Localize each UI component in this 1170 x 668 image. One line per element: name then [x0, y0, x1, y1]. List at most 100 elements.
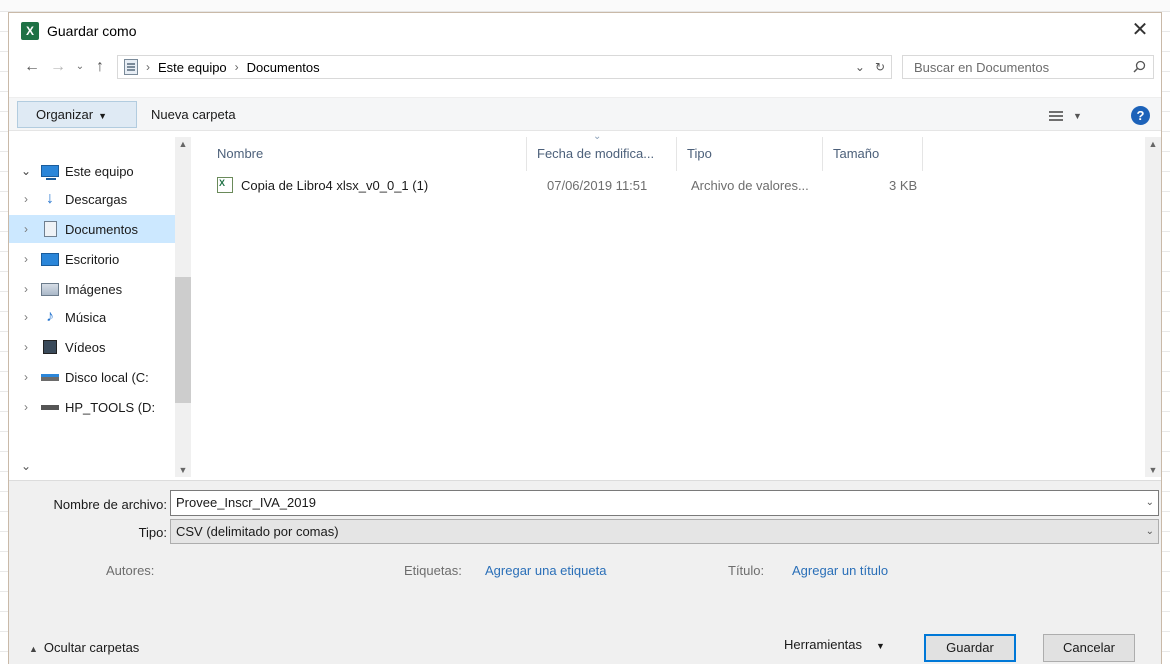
computer-icon	[41, 163, 59, 180]
authors-label: Autores:	[106, 563, 155, 578]
chevron-down-icon[interactable]: ⌄	[1146, 491, 1154, 515]
breadcrumb-documentos[interactable]: Documentos	[247, 60, 320, 75]
save-options-panel: Nombre de archivo: Provee_Inscr_IVA_2019…	[9, 480, 1161, 664]
file-type-select[interactable]: CSV (delimitado por comas) ⌄	[170, 519, 1159, 544]
navigation-pane: ⌄ Este equipo › ↓ Descargas › Documentos…	[9, 137, 191, 477]
column-header-name[interactable]: Nombre	[193, 137, 527, 171]
save-as-dialog: X Guardar como ✕ ← → ⌄ ↑ › Este equipo ›…	[8, 12, 1162, 664]
view-options-button[interactable]: ▼	[1049, 107, 1099, 125]
background-row-lines-left	[0, 12, 8, 668]
sidebar-item-escritorio[interactable]: › Escritorio	[9, 245, 175, 273]
refresh-button[interactable]: ↻	[875, 60, 885, 74]
add-tag-link[interactable]: Agregar una etiqueta	[485, 563, 606, 578]
search-icon[interactable]	[1131, 59, 1147, 75]
caret-down-icon: ▼	[98, 111, 107, 121]
breadcrumb-separator: ›	[234, 60, 239, 74]
tags-label: Etiquetas:	[404, 563, 462, 578]
column-header-type[interactable]: Tipo	[677, 137, 823, 171]
sidebar-item-label: Documentos	[65, 221, 138, 237]
breadcrumb-este-equipo[interactable]: Este equipo	[158, 60, 227, 75]
videos-icon	[41, 339, 59, 355]
table-row[interactable]: Copia de Libro4 xlsx_v0_0_1 (1) 07/06/20…	[203, 173, 923, 199]
title-label: Título:	[728, 563, 765, 578]
filename-label: Nombre de archivo:	[53, 497, 167, 512]
dialog-title: Guardar como	[47, 23, 137, 39]
tools-label: Herramientas	[784, 637, 863, 652]
file-date: 07/06/2019 11:51	[547, 178, 648, 193]
sidebar-item-hp-tools[interactable]: › HP_TOOLS (D:	[9, 393, 175, 421]
hide-folders-button[interactable]: ▲ Ocultar carpetas	[29, 640, 139, 655]
downloads-icon: ↓	[46, 190, 54, 207]
chevron-down-icon[interactable]: ⌄	[1146, 520, 1154, 543]
background-spreadsheet-strip	[0, 0, 1170, 12]
column-header-size[interactable]: Tamaño	[823, 137, 923, 171]
close-button[interactable]: ✕	[1125, 17, 1155, 43]
organize-button[interactable]: Organizar ▼	[17, 101, 137, 128]
file-type-value: CSV (delimitado por comas)	[176, 524, 339, 539]
title-bar: X Guardar como ✕	[9, 13, 1161, 49]
sidebar-item-label: Música	[65, 309, 107, 325]
desktop-icon	[41, 251, 59, 267]
chevron-right-icon[interactable]: ›	[17, 370, 35, 384]
documents-icon	[41, 221, 59, 237]
back-button[interactable]: ←	[21, 55, 43, 79]
search-placeholder: Buscar en Documentos	[914, 60, 1050, 75]
recent-locations-button[interactable]: ⌄	[69, 55, 91, 79]
background-row-lines-right	[1162, 12, 1170, 668]
sidebar-item-documentos[interactable]: › Documentos	[9, 215, 175, 243]
sidebar-item-videos[interactable]: › Vídeos	[9, 333, 175, 361]
scrollbar-thumb[interactable]	[175, 277, 191, 403]
new-folder-button[interactable]: Nueva carpeta	[151, 107, 236, 122]
chevron-right-icon[interactable]: ›	[17, 252, 35, 266]
hide-folders-label: Ocultar carpetas	[43, 640, 140, 655]
file-type-label: Tipo:	[138, 525, 167, 540]
chevron-down-icon[interactable]: ⌄	[21, 459, 31, 473]
file-size: 3 KB	[889, 178, 918, 193]
details-view-icon	[1049, 111, 1063, 121]
column-header-date[interactable]: Fecha de modifica...	[527, 137, 677, 171]
chevron-right-icon[interactable]: ›	[17, 282, 35, 296]
chevron-right-icon[interactable]: ›	[17, 400, 35, 414]
sidebar-item-musica[interactable]: › ♪ Música	[9, 303, 175, 331]
up-folder-button[interactable]: ↑	[89, 55, 111, 79]
documents-location-icon	[124, 59, 138, 75]
music-icon: ♪	[46, 308, 54, 325]
file-name: Copia de Libro4 xlsx_v0_0_1 (1)	[241, 178, 429, 193]
drive-icon	[41, 399, 59, 415]
sidebar-item-label: Disco local (C:	[65, 369, 149, 385]
breadcrumb-separator: ›	[146, 60, 150, 74]
sidebar-item-disco-local[interactable]: › Disco local (C:	[9, 363, 175, 391]
forward-button[interactable]: →	[47, 55, 69, 79]
scroll-down-icon[interactable]: ▼	[175, 465, 191, 475]
chevron-right-icon[interactable]: ›	[17, 340, 35, 354]
file-list: ⌄ Nombre Fecha de modifica... Tipo Tamañ…	[193, 131, 1145, 477]
chevron-up-icon: ▲	[29, 644, 38, 654]
cancel-button[interactable]: Cancelar	[1043, 634, 1135, 662]
help-button[interactable]: ?	[1131, 106, 1150, 125]
file-list-scrollbar[interactable]: ▲ ▼	[1145, 137, 1161, 477]
sidebar-item-imagenes[interactable]: › Imágenes	[9, 275, 175, 303]
tools-button[interactable]: Herramientas ▼	[784, 637, 885, 652]
sidebar-item-label: Escritorio	[65, 251, 120, 267]
scroll-up-icon[interactable]: ▲	[175, 139, 191, 149]
address-dropdown-button[interactable]: ⌄	[855, 60, 865, 74]
sidebar-item-label: Vídeos	[65, 339, 106, 355]
chevron-right-icon[interactable]: ›	[17, 192, 35, 206]
scroll-down-icon[interactable]: ▼	[1145, 465, 1161, 475]
chevron-down-icon[interactable]: ⌄	[17, 164, 35, 178]
scroll-up-icon[interactable]: ▲	[1145, 139, 1161, 149]
sidebar-item-este-equipo[interactable]: ⌄ Este equipo	[9, 157, 175, 185]
save-button[interactable]: Guardar	[924, 634, 1016, 662]
organize-label: Organizar	[36, 107, 94, 122]
search-input[interactable]: Buscar en Documentos	[902, 55, 1154, 79]
pictures-icon	[41, 281, 59, 297]
chevron-right-icon[interactable]: ›	[17, 222, 35, 236]
navigation-pane-scrollbar[interactable]: ▲ ▼	[175, 137, 191, 477]
filename-field[interactable]: Provee_Inscr_IVA_2019 ⌄	[170, 490, 1159, 516]
address-bar[interactable]: › Este equipo › Documentos ⌄ ↻	[117, 55, 892, 79]
excel-app-icon: X	[21, 22, 39, 40]
chevron-right-icon[interactable]: ›	[17, 310, 35, 324]
add-title-link[interactable]: Agregar un título	[792, 563, 888, 578]
sidebar-item-descargas[interactable]: › ↓ Descargas	[9, 185, 175, 213]
filename-value: Provee_Inscr_IVA_2019	[176, 495, 316, 510]
